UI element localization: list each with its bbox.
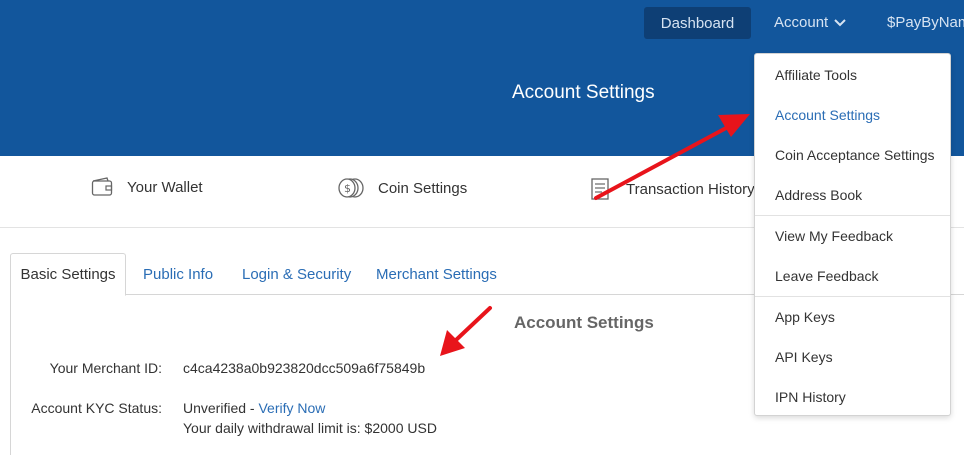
menu-divider <box>755 296 950 297</box>
page-title: Account Settings <box>512 82 655 103</box>
menu-item-leave-feedback[interactable]: Leave Feedback <box>775 268 879 284</box>
account-menu-toggle[interactable]: Account <box>774 14 846 31</box>
merchant-id-label: Your Merchant ID: <box>49 360 162 376</box>
kyc-status-value: Unverified - Verify Now <box>183 400 325 416</box>
tab-basic-settings[interactable]: Basic Settings <box>10 253 126 296</box>
svg-text:$: $ <box>344 182 351 195</box>
receipt-icon <box>591 178 609 200</box>
menu-item-ipn-history[interactable]: IPN History <box>775 389 846 405</box>
panel-title: Account Settings <box>514 313 654 332</box>
withdrawal-limit-text: Your daily withdrawal limit is: $2000 US… <box>183 420 437 436</box>
menu-item-address-book[interactable]: Address Book <box>775 187 862 203</box>
kyc-status-text: Unverified - <box>183 400 259 416</box>
tab-login-security[interactable]: Login & Security <box>242 253 351 295</box>
merchant-id-value: c4ca4238a0b923820dcc509a6f75849b <box>183 360 426 376</box>
menu-item-app-keys[interactable]: App Keys <box>775 309 835 325</box>
nav-label: Coin Settings <box>378 179 468 197</box>
nav-label: Transaction History <box>626 180 755 198</box>
menu-item-coin-acceptance-settings[interactable]: Coin Acceptance Settings <box>775 147 935 163</box>
verify-now-link[interactable]: Verify Now <box>258 400 325 416</box>
menu-item-view-my-feedback[interactable]: View My Feedback <box>775 228 893 244</box>
wallet-icon <box>91 177 113 196</box>
menu-item-affiliate-tools[interactable]: Affiliate Tools <box>775 67 857 83</box>
paybyname-link[interactable]: $PayByNam <box>887 14 964 31</box>
account-label: Account <box>774 14 829 31</box>
tab-merchant-settings[interactable]: Merchant Settings <box>376 253 497 295</box>
chevron-down-icon <box>834 18 846 26</box>
menu-item-api-keys[interactable]: API Keys <box>775 349 833 365</box>
dashboard-button[interactable]: Dashboard <box>644 7 751 39</box>
menu-divider <box>755 215 950 216</box>
nav-label: Your Wallet <box>127 178 203 196</box>
nav-your-wallet[interactable]: Your Wallet <box>91 177 203 197</box>
nav-coin-settings[interactable]: $ Coin Settings <box>338 177 467 199</box>
tab-public-info[interactable]: Public Info <box>143 253 213 295</box>
account-dropdown-menu: Affiliate Tools Account Settings Coin Ac… <box>754 53 951 416</box>
coins-icon: $ <box>338 178 364 198</box>
nav-transaction-history[interactable]: Transaction History <box>590 177 755 201</box>
menu-item-account-settings[interactable]: Account Settings <box>775 107 880 123</box>
kyc-status-label: Account KYC Status: <box>31 400 162 416</box>
